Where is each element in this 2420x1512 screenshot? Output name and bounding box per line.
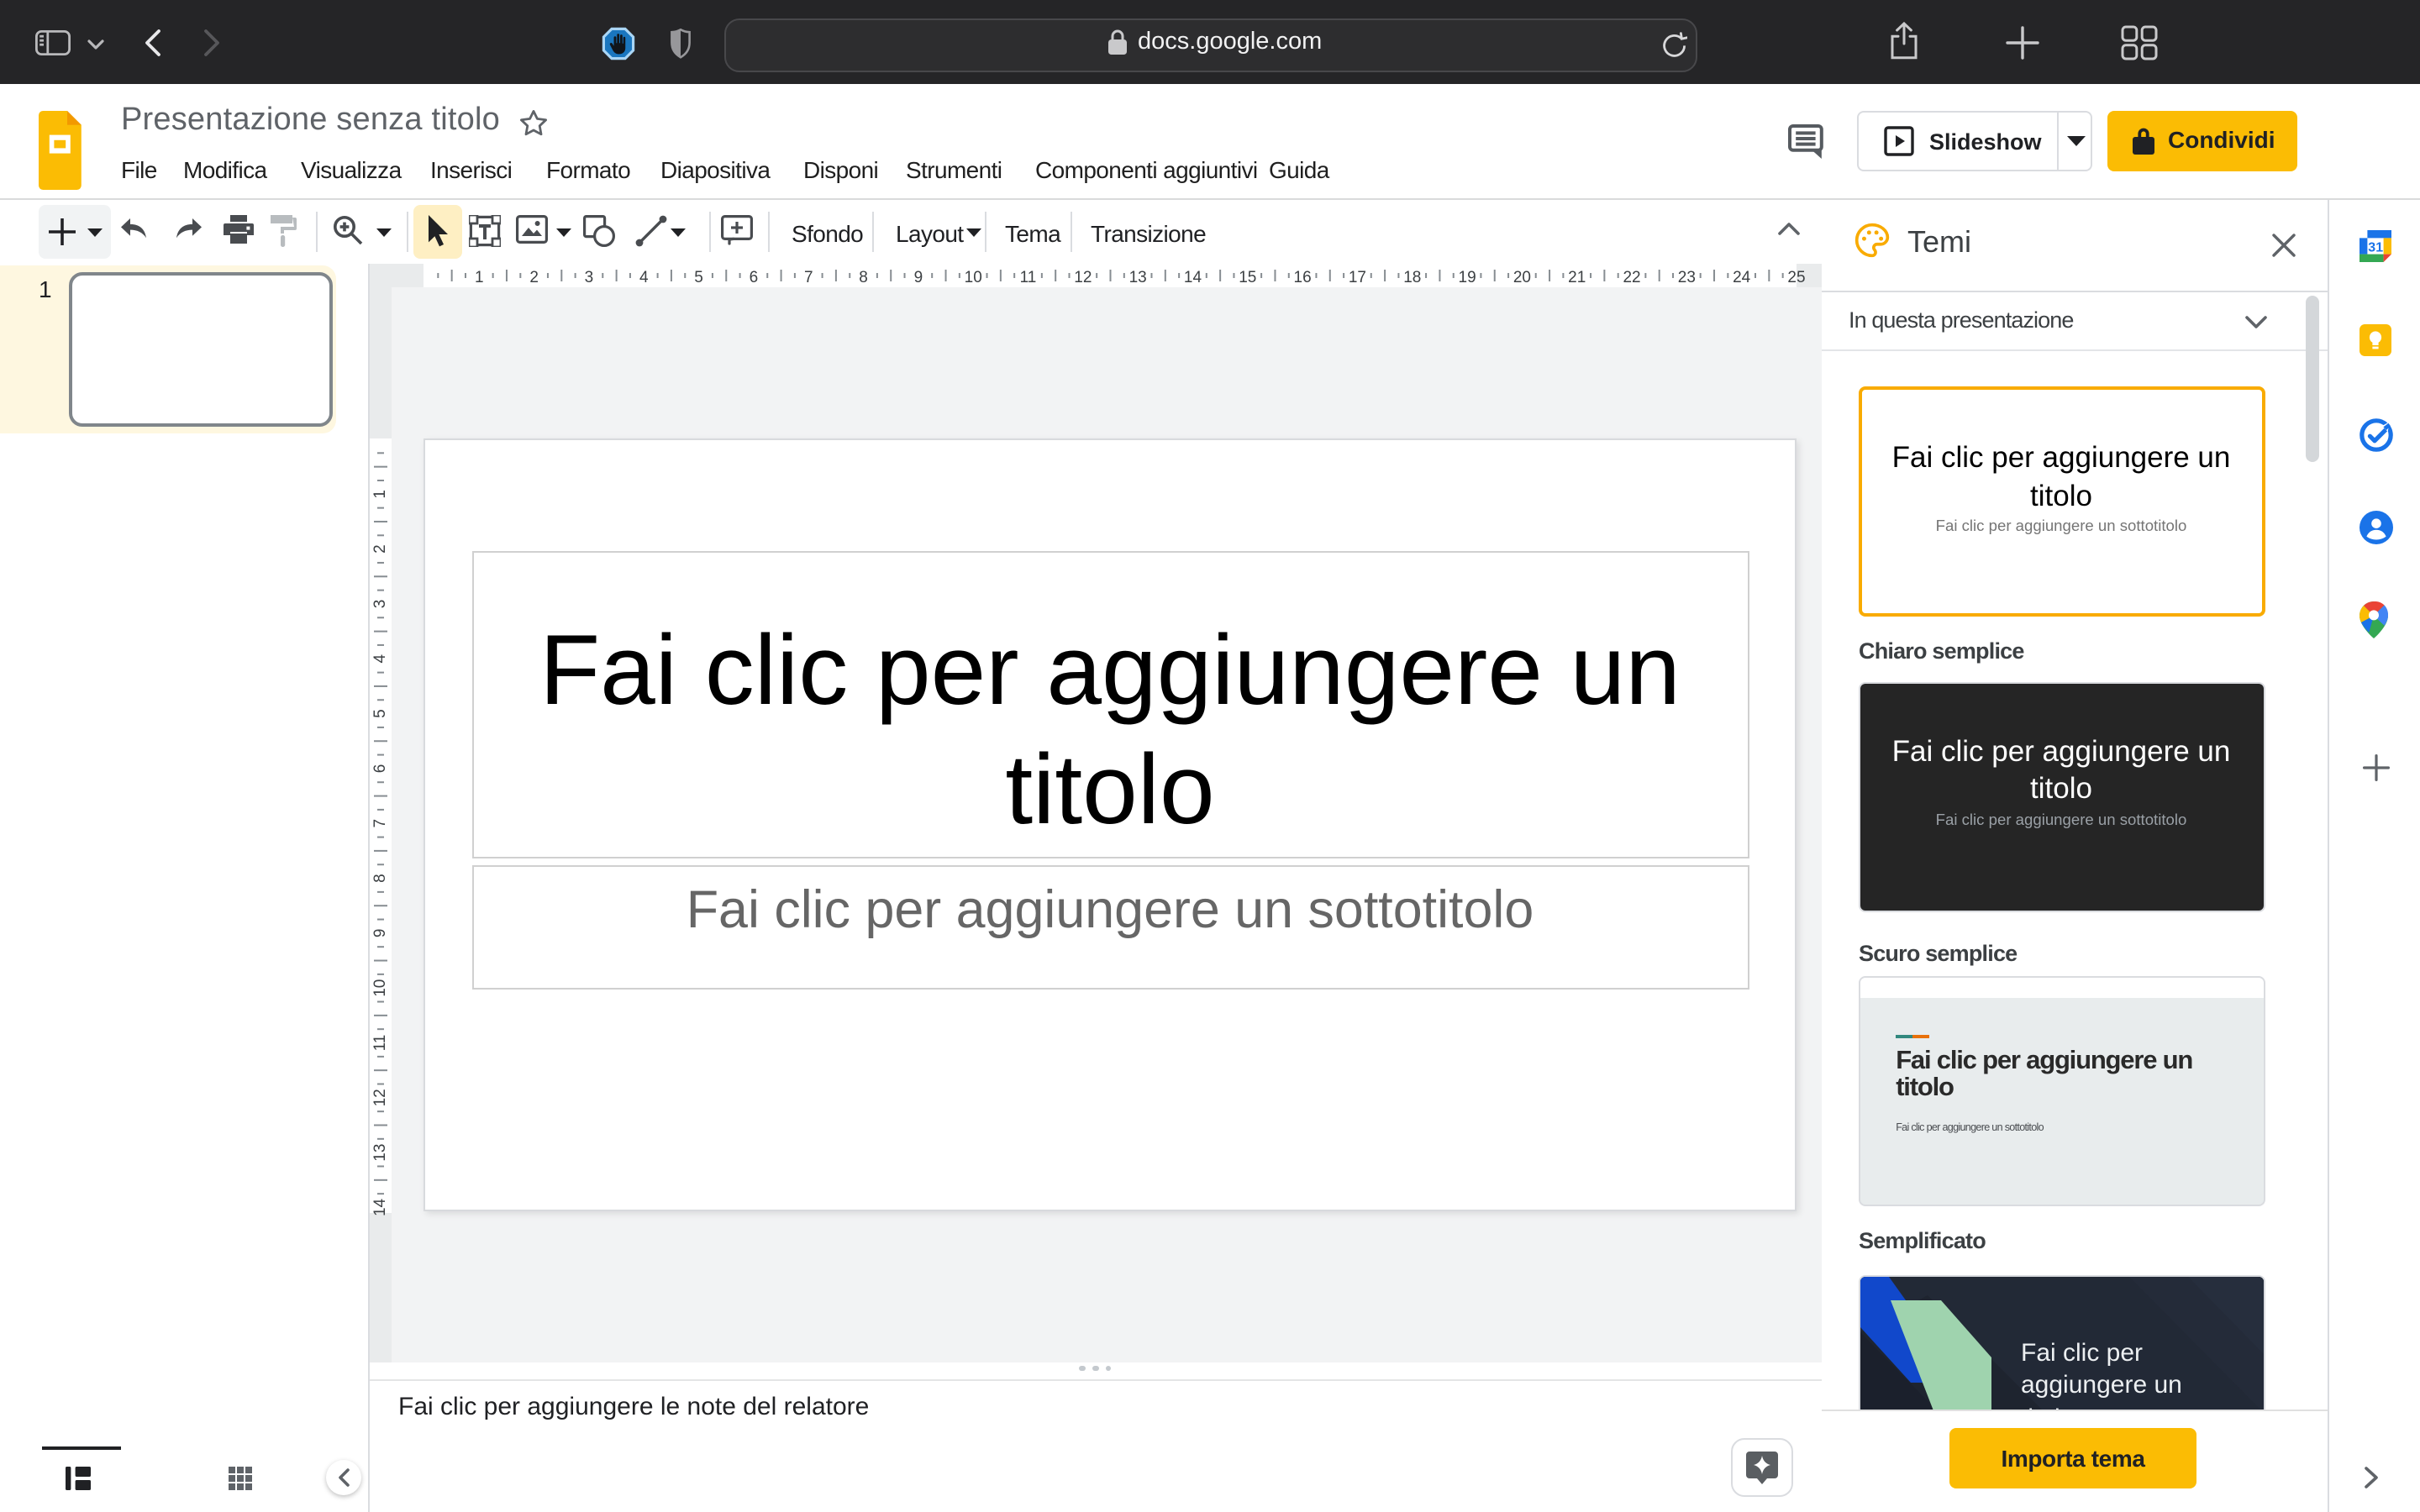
svg-text:18: 18 — [1403, 269, 1421, 286]
svg-text:5: 5 — [694, 269, 703, 286]
svg-text:3: 3 — [585, 269, 594, 286]
svg-text:11: 11 — [371, 1034, 389, 1051]
svg-text:21: 21 — [1568, 269, 1586, 286]
svg-text:4: 4 — [371, 654, 389, 663]
svg-text:24: 24 — [1733, 269, 1751, 286]
svg-text:15: 15 — [1239, 269, 1256, 286]
svg-text:2: 2 — [371, 543, 389, 553]
svg-text:10: 10 — [371, 979, 389, 996]
svg-text:6: 6 — [750, 269, 759, 286]
svg-text:6: 6 — [371, 764, 389, 773]
svg-text:12: 12 — [1074, 269, 1092, 286]
svg-text:3: 3 — [371, 599, 389, 608]
svg-text:8: 8 — [859, 269, 868, 286]
svg-text:9: 9 — [914, 269, 923, 286]
svg-text:16: 16 — [1294, 269, 1312, 286]
svg-text:4: 4 — [639, 269, 649, 286]
svg-text:14: 14 — [371, 1197, 389, 1215]
svg-text:7: 7 — [804, 269, 813, 286]
svg-text:11: 11 — [1020, 269, 1037, 286]
svg-text:20: 20 — [1513, 269, 1531, 286]
svg-text:8: 8 — [371, 873, 389, 882]
svg-text:31: 31 — [2368, 241, 2383, 255]
svg-text:2: 2 — [529, 269, 539, 286]
svg-text:17: 17 — [1349, 269, 1366, 286]
svg-text:14: 14 — [1184, 269, 1202, 286]
svg-text:25: 25 — [1787, 269, 1805, 286]
svg-text:13: 13 — [371, 1143, 389, 1161]
svg-text:5: 5 — [371, 708, 389, 717]
svg-text:12: 12 — [371, 1088, 389, 1105]
svg-text:19: 19 — [1459, 269, 1476, 286]
svg-text:1: 1 — [371, 489, 389, 498]
svg-text:22: 22 — [1623, 269, 1640, 286]
svg-text:10: 10 — [965, 269, 982, 286]
svg-text:1: 1 — [475, 269, 484, 286]
svg-text:9: 9 — [371, 928, 389, 937]
svg-text:7: 7 — [371, 818, 389, 827]
svg-text:13: 13 — [1129, 269, 1147, 286]
svg-text:23: 23 — [1678, 269, 1696, 286]
